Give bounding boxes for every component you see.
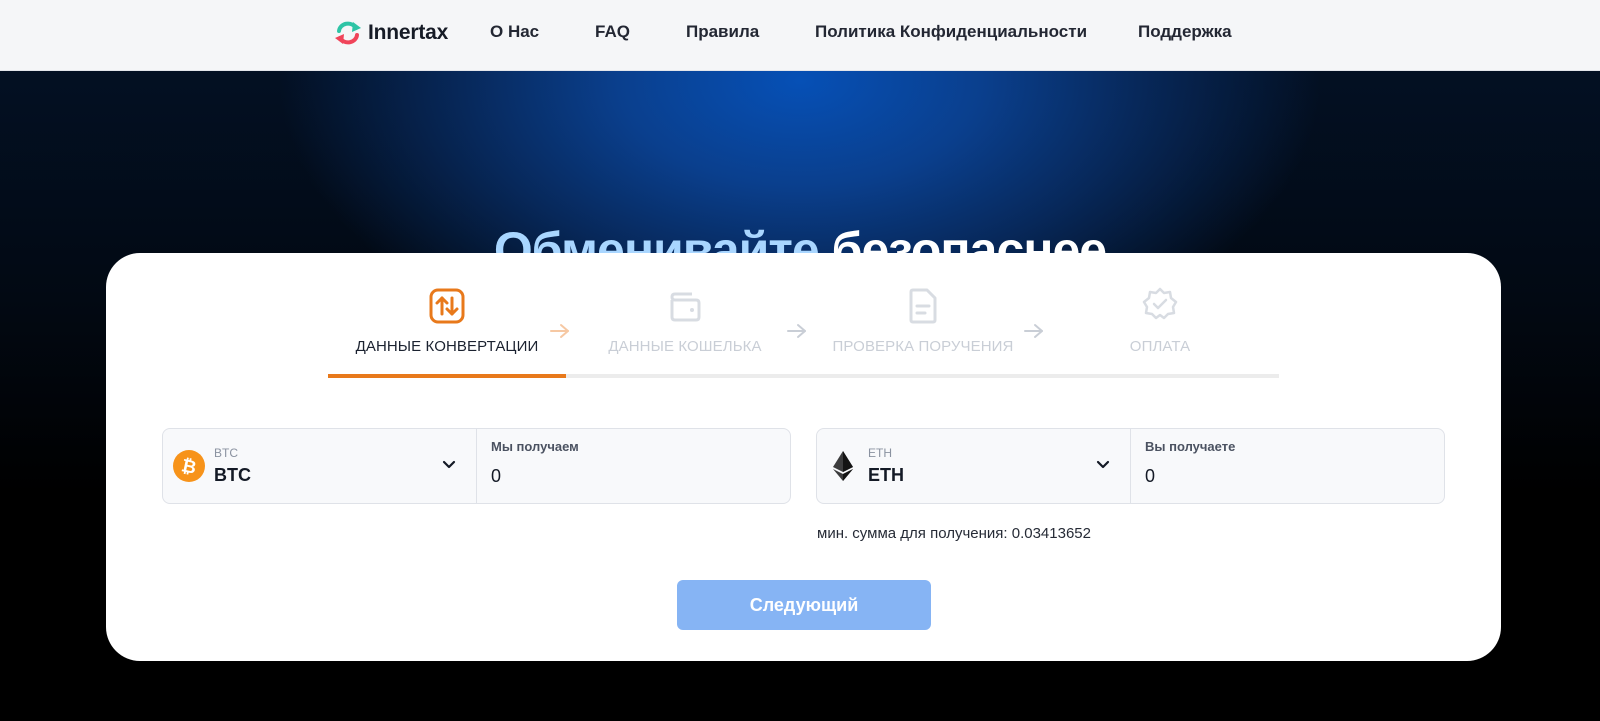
minimum-amount-text: мин. сумма для получения: 0.03413652 [817,525,1091,542]
ethereum-icon [833,451,853,481]
step-label: ДАННЫЕ КОШЕЛЬКА [608,338,762,355]
chevron-down-icon [1096,460,1110,469]
nav-link-rules[interactable]: Правила [686,22,759,42]
send-currency-select[interactable]: ₿ BTC BTC [163,429,476,503]
logo-text: Innertax [368,21,449,44]
divider [1130,429,1131,503]
nav-link-support[interactable]: Поддержка [1138,22,1232,42]
chevron-down-icon [442,460,456,469]
send-currency-code: BTC [214,446,238,460]
step-label: ДАННЫЕ КОНВЕРТАЦИИ [355,338,539,355]
send-exchange-box: ₿ BTC BTC Мы получаем [162,428,791,504]
divider [476,429,477,503]
step-label: ОПЛАТА [1129,338,1191,355]
document-icon [909,288,937,324]
receive-amount-label: Вы получаете [1145,439,1236,454]
bitcoin-icon: ₿ [173,450,205,482]
step-conversion-data[interactable]: ДАННЫЕ КОНВЕРТАЦИИ [328,286,566,355]
exchange-card: ДАННЫЕ КОНВЕРТАЦИИ ДАННЫЕ КОШЕЛЬКА ПРОВЕ… [106,253,1501,661]
nav-link-faq[interactable]: FAQ [595,22,630,42]
swap-arrows-icon [429,288,465,324]
receive-currency-name: ETH [868,465,904,485]
send-currency-name: BTC [214,465,251,485]
exchange-arrows-icon [335,21,361,45]
next-button[interactable]: Следующий [677,580,931,630]
nav-link-privacy-policy[interactable]: Политика Конфиденциальности [815,22,1087,42]
step-order-check[interactable]: ПРОВЕРКА ПОРУЧЕНИЯ [804,286,1042,355]
step-label: ПРОВЕРКА ПОРУЧЕНИЯ [832,338,1014,355]
send-amount-label: Мы получаем [491,439,579,454]
logo[interactable]: Innertax [334,18,448,48]
send-amount-input[interactable] [491,464,771,488]
top-navigation-bar: Innertax О Нас FAQ Правила Политика Конф… [0,0,1600,71]
step-wallet-data[interactable]: ДАННЫЕ КОШЕЛЬКА [566,286,804,355]
receive-amount-input[interactable] [1145,464,1425,488]
receive-exchange-box: ETH ETH Вы получаете [816,428,1445,504]
wallet-icon [670,292,701,322]
progress-fill [328,374,566,378]
receive-currency-select[interactable]: ETH ETH [817,429,1130,503]
receive-currency-code: ETH [868,446,892,460]
step-payment[interactable]: ОПЛАТА [1041,286,1279,355]
badge-icon [1142,287,1178,320]
nav-link-about[interactable]: О Нас [490,22,539,42]
